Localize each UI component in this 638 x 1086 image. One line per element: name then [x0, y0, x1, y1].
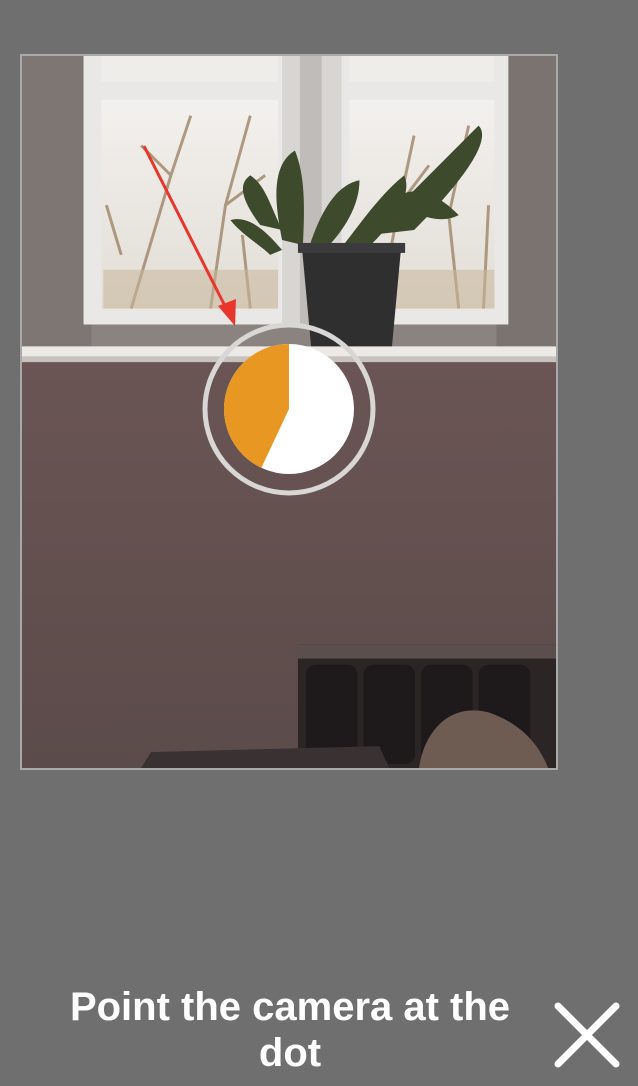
- instruction-text: Point the camera at the dot: [69, 985, 511, 1075]
- close-button[interactable]: [548, 996, 626, 1074]
- camera-capture-screen: Point the camera at the dot: [0, 0, 638, 1086]
- close-icon: [554, 1002, 620, 1068]
- capture-progress-dot: [202, 322, 376, 496]
